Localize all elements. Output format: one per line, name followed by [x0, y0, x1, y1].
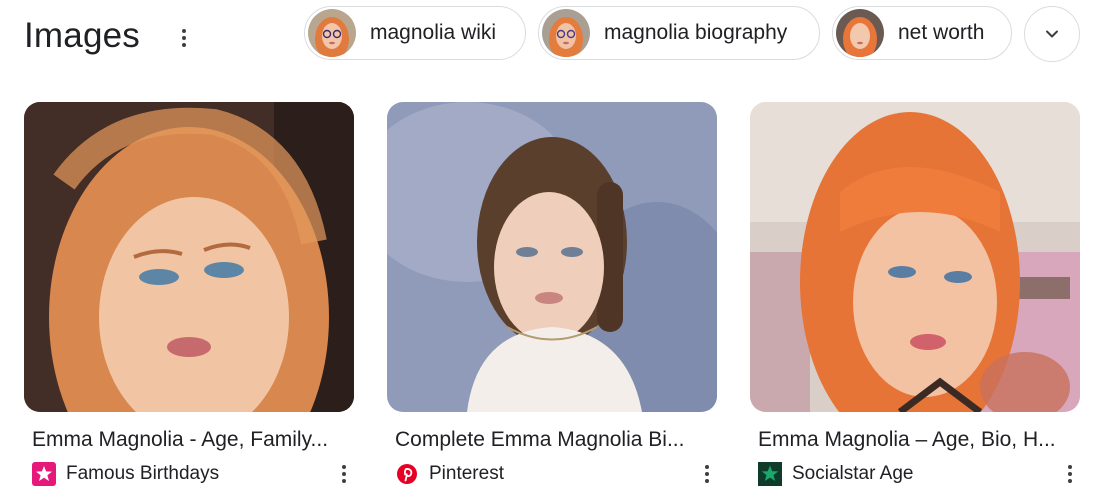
expand-chips-button[interactable] — [1024, 6, 1080, 62]
famous-birthdays-star-icon — [32, 462, 56, 486]
source-name: Pinterest — [429, 463, 504, 484]
result-source[interactable]: Socialstar Age — [758, 461, 913, 487]
image-result-card: Complete Emma Magnolia Bi... Pinterest — [387, 102, 717, 497]
image-result-card: Emma Magnolia - Age, Family... Famous Bi… — [24, 102, 354, 497]
chip-label: net worth — [898, 21, 985, 44]
result-source[interactable]: Pinterest — [395, 461, 504, 487]
result-source[interactable]: Famous Birthdays — [32, 461, 219, 487]
result-image[interactable] — [750, 102, 1080, 412]
chevron-down-icon — [1046, 30, 1058, 38]
result-title[interactable]: Complete Emma Magnolia Bi... — [395, 427, 715, 453]
result-title[interactable]: Emma Magnolia - Age, Family... — [32, 427, 352, 453]
result-title[interactable]: Emma Magnolia – Age, Bio, H... — [758, 427, 1078, 453]
chip-thumbnail — [308, 9, 356, 57]
chip-magnolia-wiki[interactable]: magnolia wiki — [304, 6, 526, 60]
more-options-icon[interactable] — [172, 24, 196, 52]
chip-magnolia-biography[interactable]: magnolia biography — [538, 6, 820, 60]
result-more-options-icon[interactable] — [334, 460, 354, 488]
pinterest-icon — [395, 462, 419, 486]
result-more-options-icon[interactable] — [1060, 460, 1080, 488]
result-image[interactable] — [387, 102, 717, 412]
chip-label: magnolia biography — [604, 21, 788, 44]
chip-net-worth[interactable]: net worth — [832, 6, 1012, 60]
source-name: Socialstar Age — [792, 463, 914, 484]
socialstar-age-icon — [758, 462, 782, 486]
source-name: Famous Birthdays — [66, 463, 220, 484]
chip-thumbnail — [542, 9, 590, 57]
images-header: Images magnolia wiki magnolia biography … — [0, 0, 1115, 80]
chip-label: magnolia wiki — [370, 21, 497, 44]
image-result-card: Emma Magnolia – Age, Bio, H... Socialsta… — [750, 102, 1080, 497]
result-image[interactable] — [24, 102, 354, 412]
section-title: Images — [24, 16, 140, 55]
result-more-options-icon[interactable] — [697, 460, 717, 488]
chip-thumbnail — [836, 9, 884, 57]
